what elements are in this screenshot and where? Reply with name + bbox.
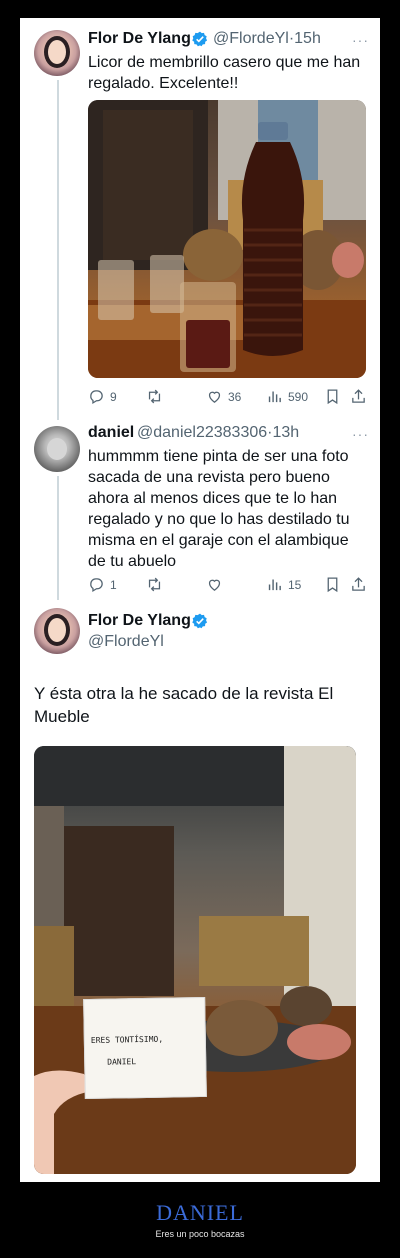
reply-icon bbox=[90, 390, 103, 405]
screenshot-frame: Flor De Ylang @FlordeYl·15h ··· Licor de… bbox=[20, 18, 380, 1182]
author-name[interactable]: Flor De Ylang bbox=[88, 30, 191, 48]
tweet-actions: 1 15 bbox=[88, 576, 370, 596]
like-button[interactable]: 36 bbox=[206, 388, 241, 405]
author-handle[interactable]: @FlordeYl bbox=[88, 633, 164, 651]
reply-count: 9 bbox=[110, 389, 117, 404]
share-icon bbox=[352, 577, 365, 591]
reply-button[interactable]: 1 bbox=[88, 576, 117, 593]
tweet-text: Licor de membrillo casero que me han reg… bbox=[88, 54, 361, 92]
author-name[interactable]: Flor De Ylang bbox=[88, 612, 191, 630]
tweet-photo[interactable] bbox=[88, 100, 366, 378]
author-handle[interactable]: @daniel22383306·13h bbox=[137, 424, 299, 442]
retweet-icon bbox=[148, 389, 161, 404]
author-name[interactable]: daniel bbox=[88, 424, 134, 442]
heart-icon bbox=[208, 579, 221, 591]
avatar[interactable] bbox=[34, 426, 80, 472]
like-count: 36 bbox=[228, 389, 242, 404]
share-button[interactable] bbox=[350, 576, 367, 593]
views-button[interactable]: 15 bbox=[266, 576, 301, 593]
share-button[interactable] bbox=[350, 388, 367, 405]
reply-count: 1 bbox=[110, 577, 117, 592]
thread-line bbox=[57, 80, 59, 420]
bookmark-button[interactable] bbox=[324, 576, 341, 593]
footer-title: DANIEL bbox=[156, 1200, 244, 1225]
liqueur-bottle-photo bbox=[88, 100, 366, 378]
bookmark-icon bbox=[327, 577, 338, 593]
more-options-icon[interactable]: ··· bbox=[352, 32, 369, 48]
handwritten-note: ERES TONTÍSIMO, DANIEL bbox=[83, 996, 207, 1100]
bookmark-button[interactable] bbox=[324, 388, 341, 405]
retweet-button[interactable] bbox=[146, 576, 163, 593]
verified-badge-icon bbox=[192, 31, 208, 47]
views-count: 15 bbox=[288, 577, 302, 592]
retweet-icon bbox=[148, 577, 161, 592]
verified-badge-icon bbox=[192, 613, 208, 629]
views-icon bbox=[268, 391, 281, 403]
note-line-2: DANIEL bbox=[107, 1057, 137, 1067]
tweet-actions: 9 36 590 bbox=[88, 388, 370, 408]
note-line-1: ERES TONTÍSIMO, bbox=[90, 1034, 164, 1045]
share-icon bbox=[352, 389, 365, 403]
heart-icon bbox=[208, 391, 221, 403]
tweet-text: hummmm tiene pinta de ser una foto sacad… bbox=[88, 448, 350, 570]
reply-button[interactable]: 9 bbox=[88, 388, 117, 405]
more-options-icon[interactable]: ··· bbox=[352, 426, 369, 442]
avatar[interactable] bbox=[34, 30, 80, 76]
views-count: 590 bbox=[288, 389, 309, 404]
retweet-button[interactable] bbox=[146, 388, 163, 405]
views-button[interactable]: 590 bbox=[266, 388, 308, 405]
thread-line bbox=[57, 476, 59, 600]
author-handle[interactable]: @FlordeYl·15h bbox=[213, 30, 321, 48]
footer-subtitle: Eres un poco bocazas bbox=[155, 1229, 245, 1239]
note-table-photo bbox=[34, 746, 356, 1174]
tweet-photo[interactable]: ERES TONTÍSIMO, DANIEL bbox=[34, 746, 356, 1174]
tweet-text: Y ésta otra la he sacado de la revista E… bbox=[34, 684, 334, 726]
views-icon bbox=[268, 579, 281, 591]
bookmark-icon bbox=[327, 389, 338, 405]
avatar[interactable] bbox=[34, 608, 80, 654]
reply-icon bbox=[90, 578, 103, 593]
like-button[interactable] bbox=[206, 576, 223, 593]
